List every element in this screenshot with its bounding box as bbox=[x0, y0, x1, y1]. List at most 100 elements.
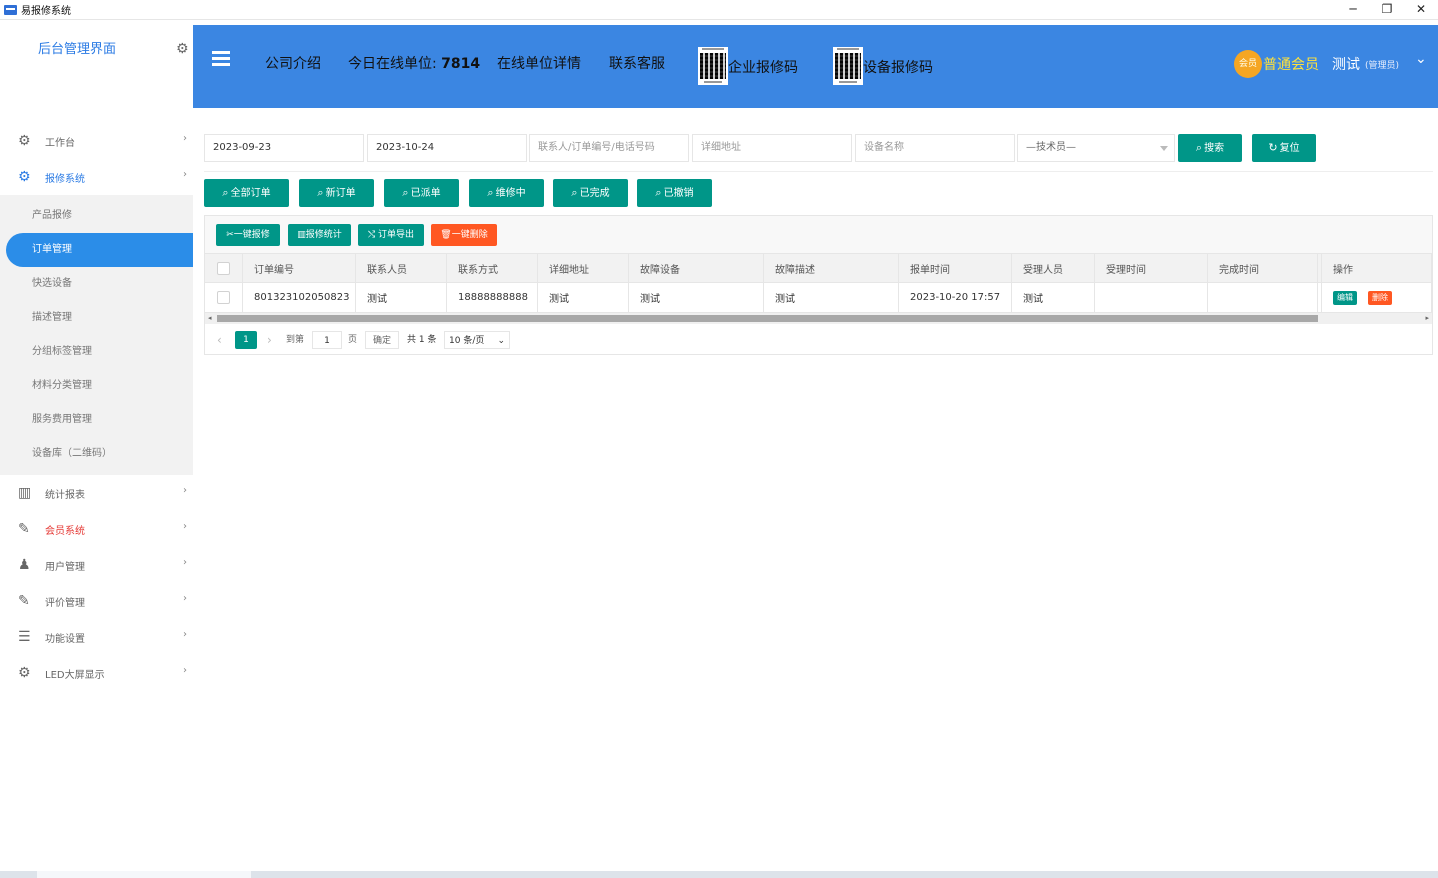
tab-completed[interactable]: ⌕ 已完成 bbox=[553, 179, 628, 207]
enterprise-qr-code-icon[interactable] bbox=[698, 47, 728, 85]
edit-icon: ✎ bbox=[18, 521, 30, 537]
column-header[interactable]: 受理人员 bbox=[1012, 254, 1095, 282]
search-icon: ⌕ bbox=[571, 186, 578, 199]
technician-select[interactable]: —技术员— bbox=[1017, 134, 1175, 162]
device-qr-label[interactable]: 设备报修码 bbox=[863, 57, 933, 77]
column-header[interactable]: 故障设备 bbox=[629, 254, 764, 282]
bottom-taskbar-strip bbox=[0, 871, 1438, 878]
column-header[interactable]: 报单时间 bbox=[899, 254, 1012, 282]
gears-icon: ⚙ bbox=[18, 133, 31, 149]
chevron-down-icon[interactable]: ⌄ bbox=[1415, 51, 1427, 67]
scrollbar-thumb[interactable] bbox=[217, 315, 1318, 322]
sidebar-sub-description[interactable]: 描述管理 bbox=[0, 301, 193, 335]
sidebar-item-led-display[interactable]: ⚙ LED大屏显示 › bbox=[0, 655, 193, 691]
column-header[interactable]: 联系方式 bbox=[447, 254, 538, 282]
sidebar-sub-quick-device[interactable]: 快选设备 bbox=[0, 267, 193, 301]
column-header[interactable]: 受理时间 bbox=[1095, 254, 1208, 282]
tab-all-orders[interactable]: ⌕ 全部订单 bbox=[204, 179, 289, 207]
next-page-icon[interactable]: › bbox=[267, 331, 272, 349]
row-select-cell bbox=[205, 283, 243, 312]
hamburger-menu-icon[interactable] bbox=[212, 51, 230, 66]
address-input[interactable]: 详细地址 bbox=[692, 134, 852, 162]
column-header[interactable]: 联系人员 bbox=[356, 254, 447, 282]
logo-text[interactable]: 后台管理界面 bbox=[38, 38, 116, 57]
tab-cancelled[interactable]: ⌕ 已撤销 bbox=[637, 179, 712, 207]
sidebar-sub-material-category[interactable]: 材料分类管理 bbox=[0, 369, 193, 403]
page-size-value: 10 条/页 bbox=[449, 336, 485, 346]
sidebar-item-function-settings[interactable]: ☰ 功能设置 › bbox=[0, 619, 193, 655]
nav-contact-service[interactable]: 联系客服 bbox=[609, 53, 665, 73]
scroll-right-icon[interactable]: ▸ bbox=[1425, 313, 1429, 324]
sidebar-item-review-management[interactable]: ✎ 评价管理 › bbox=[0, 583, 193, 619]
enterprise-qr-label[interactable]: 企业报修码 bbox=[728, 57, 798, 77]
edit-button[interactable]: 编辑 bbox=[1333, 290, 1357, 305]
row-checkbox[interactable] bbox=[217, 291, 230, 304]
cell-contact: 测试 bbox=[356, 283, 447, 312]
delete-all-button[interactable]: 🗑一键删除 bbox=[431, 224, 497, 246]
prev-page-icon[interactable]: ‹ bbox=[217, 331, 222, 349]
gears-icon: ⚙ bbox=[18, 665, 31, 681]
cell-order-no: 801323102050823 bbox=[243, 283, 356, 312]
quick-repair-button[interactable]: ✂一键报修 bbox=[216, 224, 280, 246]
search-button[interactable]: ⌕ 搜索 bbox=[1178, 134, 1242, 162]
restore-icon[interactable]: ❐ bbox=[1370, 0, 1404, 20]
page-size-select[interactable]: 10 条/页 ⌄ bbox=[444, 331, 510, 349]
user-name[interactable]: 测试 bbox=[1332, 54, 1360, 74]
column-header[interactable]: 故障描述 bbox=[764, 254, 899, 282]
sidebar-item-user-management[interactable]: ♟ 用户管理 › bbox=[0, 547, 193, 583]
tab-label: 已完成 bbox=[579, 188, 610, 199]
export-icon: ⤭ bbox=[367, 230, 376, 240]
tab-dispatched[interactable]: ⌕ 已派单 bbox=[384, 179, 459, 207]
sidebar-item-label: 评价管理 bbox=[45, 597, 85, 609]
date-end-input[interactable]: 2023-10-24 bbox=[367, 134, 527, 162]
cell-device: 测试 bbox=[629, 283, 764, 312]
column-header[interactable]: 完成时间 bbox=[1208, 254, 1318, 282]
minimize-icon[interactable]: ─ bbox=[1336, 0, 1370, 20]
divider bbox=[204, 171, 1433, 172]
table-row[interactable]: 801323102050823 测试 18888888888 测试 测试 测试 … bbox=[205, 283, 1432, 313]
select-all-checkbox[interactable] bbox=[217, 261, 230, 275]
reset-button[interactable]: ↻ 复位 bbox=[1252, 134, 1316, 162]
chevron-right-icon: › bbox=[183, 629, 187, 640]
device-name-input[interactable]: 设备名称 bbox=[855, 134, 1015, 162]
settings-gear-icon[interactable]: ⚙ bbox=[176, 42, 190, 56]
column-header[interactable]: 详细地址 bbox=[538, 254, 629, 282]
sidebar-sub-order-management[interactable]: 订单管理 bbox=[6, 233, 193, 267]
horizontal-scrollbar[interactable]: ◂ ▸ bbox=[205, 313, 1432, 324]
close-icon[interactable]: ✕ bbox=[1404, 0, 1438, 20]
chevron-right-icon: › bbox=[183, 485, 187, 496]
sidebar-item-member-system[interactable]: ✎ 会员系统 › bbox=[0, 511, 193, 547]
search-icon: ⌕ bbox=[222, 186, 229, 199]
export-orders-label: 订单导出 bbox=[378, 230, 415, 240]
sidebar-item-repair-system[interactable]: ⚙ 报修系统 › bbox=[0, 159, 193, 195]
vip-badge: 会员 bbox=[1234, 50, 1262, 78]
goto-confirm-button[interactable]: 确定 bbox=[365, 331, 399, 349]
vip-level[interactable]: 普通会员 bbox=[1263, 54, 1319, 74]
chevron-down-icon bbox=[1160, 146, 1168, 151]
sidebar-sub-group-tags[interactable]: 分组标签管理 bbox=[0, 335, 193, 369]
device-qr-code-icon[interactable] bbox=[833, 47, 863, 85]
chevron-down-icon: ⌄ bbox=[497, 336, 505, 346]
goto-page-input[interactable]: 1 bbox=[312, 331, 342, 349]
column-header[interactable]: 订单编号 bbox=[243, 254, 356, 282]
sidebar-sub-device-library[interactable]: 设备库（二维码） bbox=[0, 437, 193, 471]
table-toolbar: ✂一键报修 ▥报修统计 ⤭ 订单导出 🗑一键删除 bbox=[205, 216, 1432, 254]
delete-button[interactable]: 删除 bbox=[1368, 290, 1392, 305]
repair-stats-button[interactable]: ▥报修统计 bbox=[288, 224, 351, 246]
keyword-search-input[interactable]: 联系人/订单编号/电话号码 bbox=[529, 134, 689, 162]
nav-online-detail[interactable]: 在线单位详情 bbox=[497, 53, 581, 73]
sidebar-item-statistics[interactable]: ▥ 统计报表 › bbox=[0, 475, 193, 511]
nav-company-intro[interactable]: 公司介绍 bbox=[265, 53, 321, 73]
cell-description: 测试 bbox=[764, 283, 899, 312]
technician-select-value: —技术员— bbox=[1026, 142, 1076, 153]
export-orders-button[interactable]: ⤭ 订单导出 bbox=[358, 224, 424, 246]
sidebar-sub-service-fee[interactable]: 服务费用管理 bbox=[0, 403, 193, 437]
sidebar-item-workbench[interactable]: ⚙ 工作台 › bbox=[0, 123, 193, 159]
search-icon: ⌕ bbox=[402, 186, 409, 199]
tab-in-repair[interactable]: ⌕ 维修中 bbox=[469, 179, 544, 207]
date-start-input[interactable]: 2023-09-23 bbox=[204, 134, 364, 162]
tab-new-orders[interactable]: ⌕ 新订单 bbox=[299, 179, 374, 207]
scroll-left-icon[interactable]: ◂ bbox=[208, 313, 212, 324]
page-number-current[interactable]: 1 bbox=[235, 331, 257, 349]
sidebar-sub-product-repair[interactable]: 产品报修 bbox=[0, 199, 193, 233]
